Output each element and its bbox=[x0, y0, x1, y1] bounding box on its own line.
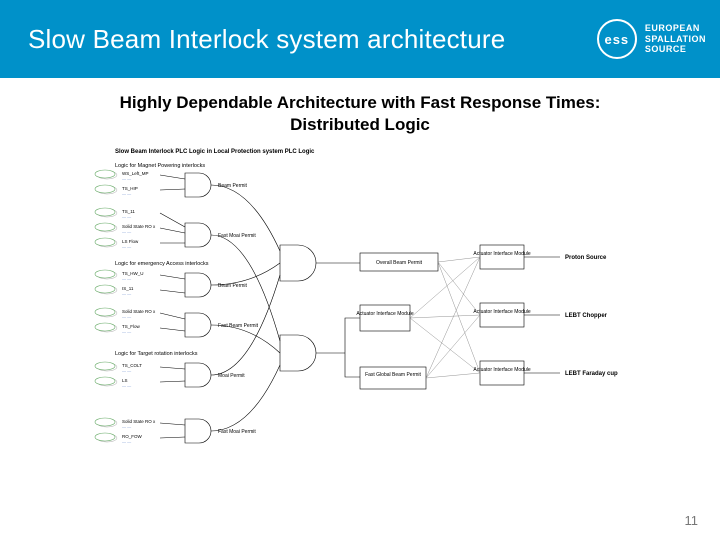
actuator-box-2 bbox=[480, 303, 524, 327]
actuator-mid-box bbox=[360, 305, 410, 331]
svg-text:— —: — — bbox=[122, 191, 131, 196]
svg-text:Actuator Interface Module: Actuator Interface Module bbox=[473, 251, 530, 257]
svg-text:— —: — — bbox=[122, 276, 131, 281]
svg-text:Moai Permit: Moai Permit bbox=[218, 373, 245, 379]
svg-text:Beam Permit: Beam Permit bbox=[218, 183, 248, 189]
subtitle-line2: Distributed Logic bbox=[290, 115, 430, 134]
svg-text:Actuator Interface Module: Actuator Interface Module bbox=[356, 311, 413, 317]
brand-line1: EUROPEAN bbox=[645, 23, 706, 33]
svg-text:— —: — — bbox=[122, 214, 131, 219]
and-gate-icon bbox=[185, 173, 211, 197]
svg-text:— —: — — bbox=[122, 244, 131, 249]
fast-global-box bbox=[360, 367, 426, 389]
svg-text:— —: — — bbox=[122, 176, 131, 181]
brand-name: EUROPEAN SPALLATION SOURCE bbox=[645, 23, 706, 54]
diagram-title: Slow Beam Interlock PLC Logic in Local P… bbox=[115, 149, 315, 155]
output-proton: Proton Source bbox=[565, 255, 607, 261]
svg-text:— —: — — bbox=[122, 291, 131, 296]
svg-text:— —: — — bbox=[122, 368, 131, 373]
and-gate-icon bbox=[185, 419, 211, 443]
actuator-box-3 bbox=[480, 361, 524, 385]
group2-label: Logic for emergency Access interlocks bbox=[115, 261, 209, 267]
and-gate-icon bbox=[280, 245, 316, 281]
and-gate-icon bbox=[185, 223, 211, 247]
and-gate-icon bbox=[185, 363, 211, 387]
and-gate-icon bbox=[280, 335, 316, 371]
subtitle-line1: Highly Dependable Architecture with Fast… bbox=[120, 93, 601, 112]
svg-text:— —: — — bbox=[122, 314, 131, 319]
io-group-3: TS_COLT— — LS— — Solid State RO x— — RO_… bbox=[95, 362, 156, 444]
title-bar: Slow Beam Interlock system architecture … bbox=[0, 0, 720, 78]
svg-text:Beam Permit: Beam Permit bbox=[218, 283, 248, 289]
page-number: 11 bbox=[685, 513, 699, 528]
ess-logo-icon: ess bbox=[597, 19, 637, 59]
svg-text:— —: — — bbox=[122, 383, 131, 388]
brand-line3: SOURCE bbox=[645, 44, 706, 54]
svg-text:— —: — — bbox=[122, 424, 131, 429]
and-gate-icon bbox=[185, 313, 211, 337]
svg-text:Actuator Interface Module: Actuator Interface Module bbox=[473, 367, 530, 373]
group1-label: Logic for Magnet Powering interlocks bbox=[115, 163, 205, 169]
svg-text:— —: — — bbox=[122, 229, 131, 234]
io-group-1: WS_Left_MP— — TS_HIP— — TS_11— — Solid S… bbox=[95, 170, 156, 249]
svg-text:Fast Global Beam Permit: Fast Global Beam Permit bbox=[365, 372, 421, 378]
brand-line2: SPALLATION bbox=[645, 34, 706, 44]
svg-text:— —: — — bbox=[122, 329, 131, 334]
slide-title: Slow Beam Interlock system architecture bbox=[28, 24, 505, 55]
subtitle: Highly Dependable Architecture with Fast… bbox=[40, 92, 680, 136]
svg-text:— —: — — bbox=[122, 439, 131, 444]
svg-text:Actuator Interface Module: Actuator Interface Module bbox=[473, 309, 530, 315]
brand-block: ess EUROPEAN SPALLATION SOURCE bbox=[597, 19, 706, 59]
svg-text:Fast Moai Permit: Fast Moai Permit bbox=[218, 429, 256, 435]
and-gate-icon bbox=[185, 273, 211, 297]
output-chopper: LEBT Chopper bbox=[565, 313, 608, 319]
svg-text:Overall Beam Permit: Overall Beam Permit bbox=[376, 260, 423, 266]
architecture-diagram: Slow Beam Interlock PLC Logic in Local P… bbox=[90, 145, 650, 495]
output-faraday: LEBT Faraday cup bbox=[565, 371, 618, 377]
io-group-2: TS_HW_U— — IS_11— — Solid State RO x— — … bbox=[95, 270, 156, 334]
group3-label: Logic for Target rotation interlocks bbox=[115, 351, 198, 357]
actuator-box-1 bbox=[480, 245, 524, 269]
